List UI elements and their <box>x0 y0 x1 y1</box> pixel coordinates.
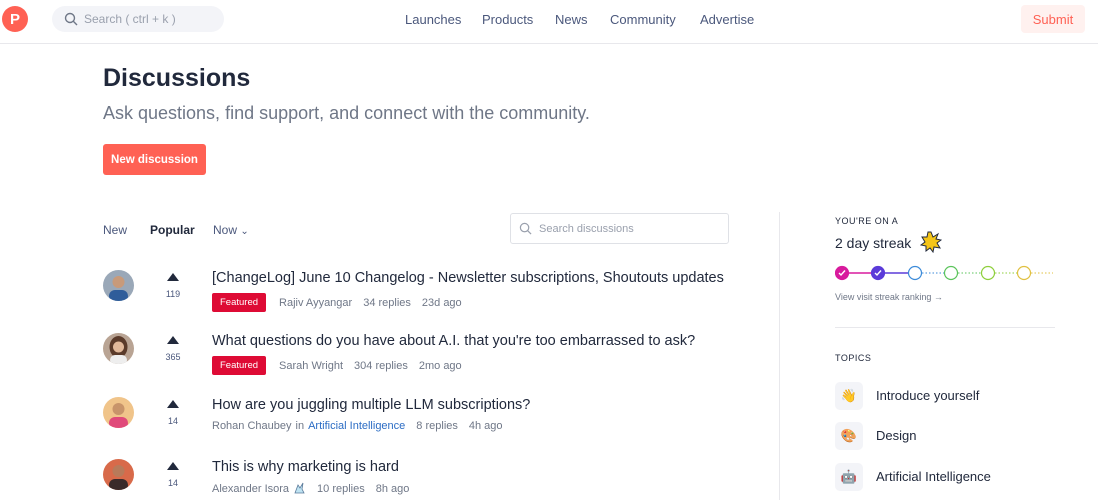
upvote-icon <box>167 400 179 408</box>
avatar[interactable] <box>103 397 134 428</box>
author-link[interactable]: Sarah Wright <box>279 360 343 372</box>
search-placeholder: Search ( ctrl + k ) <box>84 12 176 26</box>
author-link[interactable]: Alexander Isora <box>212 483 289 495</box>
discussion-item[interactable]: 365 What questions do you have about A.I… <box>103 333 753 393</box>
discussion-title[interactable]: [ChangeLog] June 10 Changelog - Newslett… <box>212 270 724 286</box>
post-age: 8h ago <box>375 482 410 495</box>
discussion-item[interactable]: 14 How are you juggling multiple LLM sub… <box>103 397 753 457</box>
discussion-title[interactable]: How are you juggling multiple LLM subscr… <box>212 397 530 413</box>
topic-name: Artificial Intelligence <box>876 469 991 484</box>
topic-name: Introduce yourself <box>876 388 980 403</box>
discussion-title[interactable]: What questions do you have about A.I. th… <box>212 333 695 349</box>
post-age: 23d ago <box>421 296 462 309</box>
upvote-icon <box>167 273 179 281</box>
avatar[interactable] <box>103 270 134 301</box>
discussion-title[interactable]: This is why marketing is hard <box>212 459 399 475</box>
discussion-meta: Alexander Isora 10 replies 8h ago <box>212 482 409 495</box>
chevron-down-icon: ⌄ <box>240 226 249 237</box>
upvote-icon <box>167 462 179 470</box>
reply-count: 304 replies <box>354 359 408 372</box>
submit-button[interactable]: Submit <box>1021 5 1085 33</box>
filter-popular[interactable]: Popular <box>150 223 195 237</box>
upvote-icon <box>167 336 179 344</box>
reply-count: 34 replies <box>363 296 411 309</box>
discussion-search-placeholder: Search discussions <box>539 222 634 235</box>
streak-progress <box>835 265 1053 281</box>
vote-count: 14 <box>167 416 178 426</box>
author-link[interactable]: Rajiv Ayyangar <box>279 297 352 309</box>
streak-day-pending <box>943 265 959 281</box>
topic-design[interactable]: 🎨 Design <box>835 422 1055 450</box>
top-header: P Search ( ctrl + k ) Launches Products … <box>0 0 1098 44</box>
avatar[interactable] <box>103 333 134 364</box>
discussion-meta: Rohan Chaubey in Artificial Intelligence… <box>212 420 503 432</box>
discussion-meta: Featured Sarah Wright 304 replies 2mo ag… <box>212 356 462 375</box>
palette-icon: 🎨 <box>835 422 863 450</box>
post-age: 4h ago <box>468 420 503 432</box>
filter-now-dropdown[interactable]: Now ⌄ <box>213 223 249 237</box>
post-age: 2mo ago <box>418 359 462 372</box>
topics-heading: TOPICS <box>835 353 872 363</box>
discussion-search-input[interactable]: Search discussions <box>510 213 729 244</box>
topic-introduce-yourself[interactable]: 👋 Introduce yourself <box>835 382 1055 410</box>
upvote-button[interactable]: 119 <box>158 273 188 299</box>
topic-artificial-intelligence[interactable]: 🤖 Artificial Intelligence <box>835 463 1055 491</box>
streak-day-pending <box>1016 265 1032 281</box>
unicorn-badge-icon <box>293 482 306 495</box>
search-icon <box>64 12 78 26</box>
featured-badge: Featured <box>212 356 267 375</box>
avatar[interactable] <box>103 459 134 490</box>
streak-value: 2 day streak <box>835 235 912 251</box>
discussion-meta: Featured Rajiv Ayyangar 34 replies 23d a… <box>212 293 462 312</box>
sun-burst-icon <box>920 231 942 253</box>
discussion-item[interactable]: 14 This is why marketing is hard Alexand… <box>103 459 753 500</box>
vote-count: 14 <box>167 478 178 488</box>
in-label: in <box>295 420 305 432</box>
upvote-button[interactable]: 14 <box>158 400 188 426</box>
nav-advertise[interactable]: Advertise <box>700 12 754 27</box>
streak-ranking-link[interactable]: View visit streak ranking → <box>835 292 943 302</box>
sidebar-divider <box>835 327 1055 328</box>
reply-count: 8 replies <box>416 420 458 432</box>
author-link[interactable]: Rohan Chaubey <box>212 420 292 432</box>
column-divider <box>779 212 780 500</box>
featured-badge: Featured <box>212 293 267 312</box>
vote-count: 119 <box>165 289 181 299</box>
streak-day-pending <box>980 265 996 281</box>
upvote-button[interactable]: 14 <box>158 462 188 488</box>
reply-count: 10 replies <box>317 482 365 495</box>
streak-label: YOU'RE ON A <box>835 216 899 226</box>
waving-hand-icon: 👋 <box>835 382 863 410</box>
nav-launches[interactable]: Launches <box>405 12 461 27</box>
search-icon <box>519 222 532 235</box>
nav-community[interactable]: Community <box>610 12 676 27</box>
filter-now-label: Now <box>213 223 238 237</box>
page-title: Discussions <box>103 64 251 92</box>
discussion-item[interactable]: 119 [ChangeLog] June 10 Changelog - News… <box>103 270 753 330</box>
topic-name: Design <box>876 428 917 443</box>
page-subtitle: Ask questions, find support, and connect… <box>103 103 590 123</box>
nav-products[interactable]: Products <box>482 12 533 27</box>
streak-day-pending <box>907 265 923 281</box>
global-search-input[interactable]: Search ( ctrl + k ) <box>52 6 224 32</box>
topic-link[interactable]: Artificial Intelligence <box>308 420 405 432</box>
product-hunt-logo[interactable]: P <box>2 6 28 32</box>
new-discussion-button[interactable]: New discussion <box>103 144 206 175</box>
filter-new[interactable]: New <box>103 223 127 237</box>
upvote-button[interactable]: 365 <box>158 336 188 362</box>
nav-news[interactable]: News <box>555 12 588 27</box>
vote-count: 365 <box>165 352 181 362</box>
robot-icon: 🤖 <box>835 463 863 491</box>
